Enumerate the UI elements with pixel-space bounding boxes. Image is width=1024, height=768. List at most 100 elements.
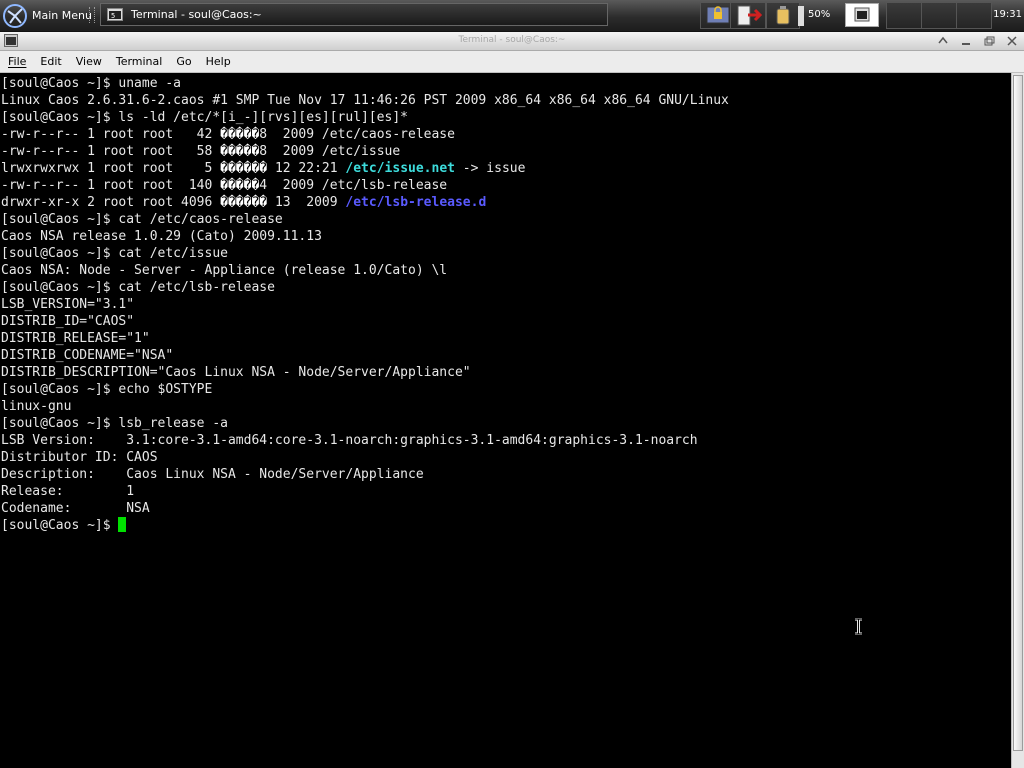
terminal-launcher-icon	[854, 7, 870, 22]
terminal-line: [soul@Caos ~]$ ls -ld /etc/*[i_-][rvs][e…	[1, 109, 1011, 126]
terminal-text-segment: [soul@Caos ~]$ echo $OSTYPE	[1, 382, 213, 397]
terminal-line: Release: 1	[1, 483, 1011, 500]
scrollbar-thumb[interactable]	[1013, 75, 1023, 751]
terminal-text-segment: -> issue	[454, 161, 526, 176]
terminal-text-segment: 8 2009 /etc/issue	[259, 144, 401, 159]
terminal-scrollbar[interactable]	[1011, 73, 1024, 768]
terminal-text-segment: -rw-r--r-- 1 root root 58	[1, 144, 221, 159]
terminal-line: [soul@Caos ~]$ echo $OSTYPE	[1, 381, 1011, 398]
text-cursor-icon	[855, 618, 862, 635]
menu-file[interactable]: File	[0, 55, 32, 68]
terminal-text-segment: DISTRIB_DESCRIPTION="Caos Linux NSA - No…	[1, 365, 471, 380]
workspace-3[interactable]	[956, 2, 992, 29]
terminal-line: [soul@Caos ~]$ lsb_release -a	[1, 415, 1011, 432]
shade-window-icon[interactable]	[936, 34, 950, 48]
main-menu-label: Main Menu	[32, 9, 92, 22]
terminal-text-segment: Distributor ID: CAOS	[1, 450, 158, 465]
terminal-text-segment: [soul@Caos ~]$ cat /etc/caos-release	[1, 212, 283, 227]
terminal-text-segment: Description: Caos Linux NSA - Node/Serve…	[1, 467, 424, 482]
window-titlebar[interactable]: Terminal - soul@Caos:~	[0, 32, 1024, 51]
main-menu-button[interactable]: Main Menu	[2, 2, 96, 29]
terminal-output[interactable]: [soul@Caos ~]$ uname -a Linux Caos 2.6.31…	[0, 73, 1011, 768]
terminal-line: DISTRIB_CODENAME="NSA"	[1, 347, 1011, 364]
svg-text:5: 5	[111, 12, 115, 20]
terminal-line: [soul@Caos ~]$ cat /etc/caos-release	[1, 211, 1011, 228]
terminal-line: Caos NSA: Node - Server - Appliance (rel…	[1, 262, 1011, 279]
terminal-cursor	[118, 517, 127, 532]
battery-monitor[interactable]	[766, 2, 800, 29]
top-panel: Main Menu 5 Terminal - soul@Caos:~ 50% 1…	[0, 0, 1024, 32]
maximize-window-icon[interactable]	[982, 34, 996, 48]
terminal-text-segment: LSB Version: 3.1:core-3.1-amd64:core-3.1…	[1, 433, 698, 448]
terminal-line: [soul@Caos ~]$	[1, 517, 1011, 534]
terminal-line: -rw-r--r-- 1 root root 58 �����8 2009 /e…	[1, 143, 1011, 160]
battery-percent: 50%	[808, 9, 831, 20]
terminal-bad-text: �����	[220, 144, 260, 159]
terminal-text-segment: DISTRIB_RELEASE="1"	[1, 331, 150, 346]
exit-icon	[737, 5, 763, 26]
terminal-line: drwxr-xr-x 2 root root 4096 ������ 13 20…	[1, 194, 1011, 211]
menu-terminal[interactable]: Terminal	[108, 55, 169, 68]
terminal-line: Distributor ID: CAOS	[1, 449, 1011, 466]
terminal-line: lrwxrwxrwx 1 root root 5 ������ 12 22:21…	[1, 160, 1011, 177]
terminal-text-segment: [soul@Caos ~]$ ls -ld /etc/*[i_-][rvs][e…	[1, 110, 408, 125]
menu-edit[interactable]: Edit	[32, 55, 67, 68]
terminal-text-segment: 13 2009	[267, 195, 346, 210]
taskbar-button-terminal[interactable]: 5 Terminal - soul@Caos:~	[100, 3, 608, 26]
terminal-bad-text: ������	[220, 195, 268, 210]
terminal-text-segment: [soul@Caos ~]$ cat /etc/issue	[1, 246, 228, 261]
terminal-text-segment: Codename: NSA	[1, 501, 150, 516]
caos-logo-icon	[3, 3, 27, 28]
terminal-text-segment: Caos NSA release 1.0.29 (Cato) 2009.11.1…	[1, 229, 322, 244]
minimize-window-icon[interactable]	[959, 34, 973, 48]
terminal-icon: 5	[107, 8, 123, 21]
close-window-icon[interactable]	[1005, 34, 1019, 48]
terminal-text-segment: Caos NSA: Node - Server - Appliance (rel…	[1, 263, 448, 278]
terminal-text-segment: drwxr-xr-x 2 root root 4096	[1, 195, 221, 210]
logout-button[interactable]	[730, 2, 766, 29]
terminal-bad-text: �����	[220, 127, 260, 142]
menu-help[interactable]: Help	[198, 55, 237, 68]
terminal-link-text: /etc/issue.net	[345, 161, 455, 176]
workspace-2[interactable]	[921, 2, 957, 29]
terminal-line: LSB Version: 3.1:core-3.1-amd64:core-3.1…	[1, 432, 1011, 449]
terminal-line: Linux Caos 2.6.31.6-2.caos #1 SMP Tue No…	[1, 92, 1011, 109]
terminal-bad-text: ������	[220, 161, 268, 176]
terminal-line: [soul@Caos ~]$ cat /etc/issue	[1, 245, 1011, 262]
terminal-text-segment: LSB_VERSION="3.1"	[1, 297, 135, 312]
menu-go[interactable]: Go	[168, 55, 197, 68]
terminal-text-segment: [soul@Caos ~]$ lsb_release -a	[1, 416, 228, 431]
terminal-line: LSB_VERSION="3.1"	[1, 296, 1011, 313]
terminal-text-segment: -rw-r--r-- 1 root root 140	[1, 178, 221, 193]
terminal-line: -rw-r--r-- 1 root root 140 �����4 2009 /…	[1, 177, 1011, 194]
terminal-text-segment: Release: 1	[1, 484, 135, 499]
terminal-text-segment: Linux Caos 2.6.31.6-2.caos #1 SMP Tue No…	[1, 93, 729, 108]
terminal-launcher[interactable]	[845, 3, 879, 27]
terminal-line: Description: Caos Linux NSA - Node/Serve…	[1, 466, 1011, 483]
terminal-text-segment: 4 2009 /etc/lsb-release	[259, 178, 448, 193]
terminal-line: DISTRIB_ID="CAOS"	[1, 313, 1011, 330]
terminal-text-segment: [soul@Caos ~]$ uname -a	[1, 76, 182, 91]
terminal-dir-text: /etc/lsb-release.d	[345, 195, 487, 210]
terminal-line: DISTRIB_DESCRIPTION="Caos Linux NSA - No…	[1, 364, 1011, 381]
terminal-text-segment: [soul@Caos ~]$ cat /etc/lsb-release	[1, 280, 275, 295]
menu-view[interactable]: View	[68, 55, 108, 68]
terminal-text-segment: linux-gnu	[1, 399, 72, 414]
terminal-line: Caos NSA release 1.0.29 (Cato) 2009.11.1…	[1, 228, 1011, 245]
menubar: File Edit View Terminal Go Help	[0, 51, 1024, 73]
terminal-text-segment: 8 2009 /etc/caos-release	[259, 127, 455, 142]
battery-icon	[776, 6, 790, 25]
workspace-1[interactable]	[886, 2, 922, 29]
terminal-line: Codename: NSA	[1, 500, 1011, 517]
terminal-line: [soul@Caos ~]$ cat /etc/lsb-release	[1, 279, 1011, 296]
panel-separator	[89, 7, 95, 23]
terminal-line: linux-gnu	[1, 398, 1011, 415]
battery-level-bar	[798, 6, 804, 26]
terminal-text-segment: DISTRIB_ID="CAOS"	[1, 314, 135, 329]
panel-clock: 19:31	[993, 9, 1022, 20]
terminal-text-segment: DISTRIB_CODENAME="NSA"	[1, 348, 174, 363]
terminal-line: DISTRIB_RELEASE="1"	[1, 330, 1011, 347]
terminal-line: [soul@Caos ~]$ uname -a	[1, 75, 1011, 92]
terminal-text-segment: -rw-r--r-- 1 root root 42	[1, 127, 221, 142]
taskbar-button-label: Terminal - soul@Caos:~	[131, 8, 262, 21]
